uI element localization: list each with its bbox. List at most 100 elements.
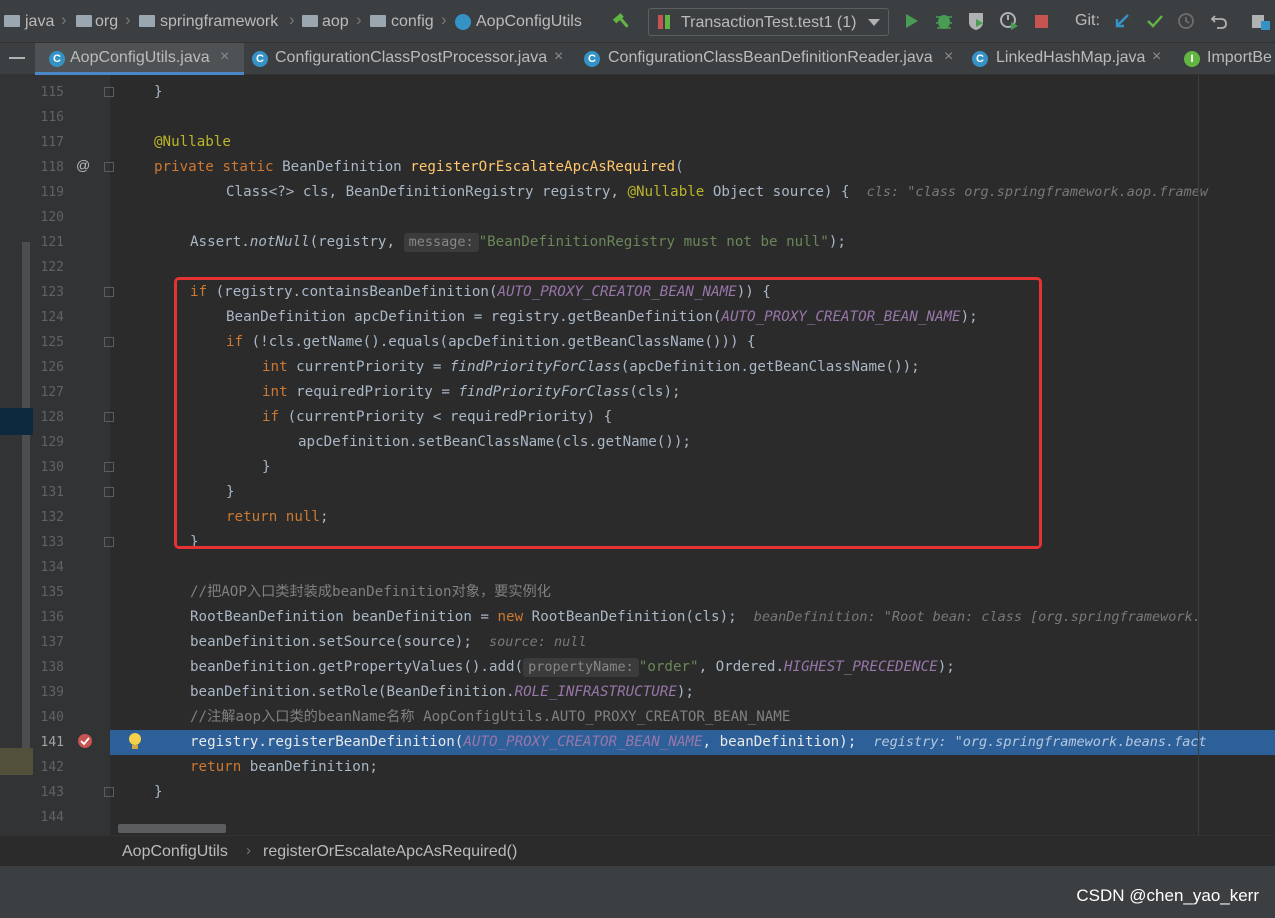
line-number: 128 (40, 410, 64, 425)
override-icon[interactable]: @ (76, 157, 90, 173)
code-line-143: } (154, 780, 163, 805)
breadcrumb-springframework[interactable]: springframework (160, 11, 278, 33)
breadcrumb-aop[interactable]: aop (322, 11, 349, 33)
footer-method-name[interactable]: registerOrEscalateApcAsRequired() (263, 843, 517, 861)
tab-linked-hash-map[interactable]: C LinkedHashMap.java × (964, 43, 1174, 75)
fold-marker-icon[interactable] (104, 87, 114, 97)
fold-marker-icon[interactable] (104, 412, 114, 422)
line-number: 122 (40, 260, 64, 275)
code-line-138: beanDefinition.getPropertyValues().add(p… (190, 655, 955, 680)
horizontal-scrollbar[interactable] (118, 824, 226, 833)
line-number: 130 (40, 460, 64, 475)
parameter-hint: propertyName: (523, 658, 639, 677)
tab-aop-config-utils[interactable]: C AopConfigUtils.java × (35, 43, 244, 75)
run-icon[interactable] (903, 12, 921, 30)
interface-icon: I (1184, 51, 1200, 67)
line-number: 116 (40, 110, 64, 125)
code-text: beanDefinition; (241, 759, 378, 775)
code-text: return null (226, 509, 320, 525)
code-text: } (262, 459, 271, 475)
breakpoint-icon[interactable] (77, 733, 93, 749)
code-text: registry.registerBeanDefinition( (190, 734, 464, 750)
line-number: 134 (40, 560, 64, 575)
code-text: RootBeanDefinition beanDefinition = (190, 609, 498, 625)
code-text: ( (675, 159, 684, 175)
fold-marker-icon[interactable] (104, 287, 114, 297)
tab-label: ConfigurationClassPostProcessor.java (275, 49, 548, 66)
code-text: )) { (736, 284, 771, 300)
navigation-bar: java › org › springframework › aop › con… (0, 0, 1275, 43)
line-number: 125 (40, 335, 64, 350)
tab-configuration-class-bean-definition-reader[interactable]: C ConfigurationClassBeanDefinitionReader… (574, 43, 964, 75)
footer-class-name[interactable]: AopConfigUtils (122, 843, 228, 861)
watermark: CSDN @chen_yao_kerr (1076, 886, 1259, 905)
git-history-icon[interactable] (1177, 12, 1195, 30)
inline-debug-value: source: null (488, 634, 587, 650)
breadcrumb-separator: › (356, 10, 362, 29)
right-margin-guide (1198, 75, 1199, 835)
fold-marker-icon[interactable] (104, 537, 114, 547)
stop-icon[interactable] (1035, 15, 1048, 28)
code-text: private static (154, 159, 274, 175)
coverage-icon[interactable] (966, 11, 986, 31)
breadcrumb-org[interactable]: org (95, 11, 118, 33)
class-icon: C (49, 51, 65, 67)
code-text: } (154, 784, 163, 800)
run-configuration-select[interactable]: TransactionTest.test1 (1) (648, 8, 889, 36)
line-number: 139 (40, 685, 64, 700)
fold-marker-icon[interactable] (104, 337, 114, 347)
code-line-117: @Nullable (154, 130, 231, 155)
class-icon: C (252, 51, 268, 67)
tab-configuration-class-post-processor[interactable]: C ConfigurationClassPostProcessor.java × (244, 43, 574, 75)
project-structure-icon[interactable] (1251, 12, 1271, 32)
breadcrumb-java[interactable]: java (25, 11, 54, 33)
line-number: 144 (40, 810, 64, 825)
breadcrumb-separator: › (246, 842, 251, 859)
breadcrumb-config[interactable]: config (391, 11, 434, 33)
code-text: if (226, 334, 244, 350)
code-text: RootBeanDefinition(cls); (523, 609, 737, 625)
undo-icon[interactable] (1210, 12, 1228, 30)
breadcrumb-separator: › (289, 10, 295, 29)
code-text: beanDefinition.getPropertyValues().add( (190, 659, 524, 675)
code-text: ); (828, 234, 846, 250)
tab-label: ImportBe (1207, 49, 1272, 66)
debug-icon[interactable] (934, 11, 954, 31)
code-text: beanDefinition.setRole(BeanDefinition. (190, 684, 515, 700)
lightbulb-icon[interactable] (126, 731, 144, 753)
code-text: (currentPriority < requiredPriority) { (279, 409, 613, 425)
git-update-icon[interactable] (1113, 12, 1131, 30)
git-commit-icon[interactable] (1146, 12, 1164, 30)
breadcrumb-separator: › (125, 10, 131, 29)
code-text: "BeanDefinitionRegistry must not be null… (478, 234, 829, 250)
code-text: } (190, 534, 199, 550)
fold-marker-icon[interactable] (104, 462, 114, 472)
breadcrumb-class[interactable]: AopConfigUtils (476, 11, 582, 33)
code-text: @Nullable (627, 184, 705, 200)
code-line-140: //注解aop入口类的beanName名称 AopConfigUtils.AUT… (190, 705, 790, 730)
code-line-129: apcDefinition.setBeanClassName(cls.getNa… (298, 430, 691, 455)
line-number: 135 (40, 585, 64, 600)
line-number: 123 (40, 285, 64, 300)
close-icon[interactable]: × (944, 48, 953, 66)
code-text: AUTO_PROXY_CREATOR_BEAN_NAME (463, 734, 703, 750)
code-text: , beanDefinition); (702, 734, 857, 750)
close-icon[interactable]: × (1152, 48, 1161, 66)
git-label: Git: (1075, 12, 1100, 29)
line-number: 138 (40, 660, 64, 675)
code-text: int (262, 384, 288, 400)
folder-icon (302, 15, 318, 27)
build-hammer-icon[interactable] (612, 11, 632, 31)
close-icon[interactable]: × (220, 48, 229, 66)
code-line-115: } (154, 80, 163, 105)
line-gutter: 115 116 117 118 119 120 121 122 123 124 … (33, 75, 114, 835)
fold-marker-icon[interactable] (104, 787, 114, 797)
tab-import-be[interactable]: I ImportBe (1174, 43, 1275, 75)
breadcrumb-separator: › (61, 10, 67, 29)
profile-icon[interactable] (999, 11, 1019, 31)
fold-marker-icon[interactable] (104, 487, 114, 497)
code-text: AUTO_PROXY_CREATOR_BEAN_NAME (721, 309, 961, 325)
tabs-menu-icon[interactable] (9, 57, 25, 59)
fold-marker-icon[interactable] (104, 162, 114, 172)
close-icon[interactable]: × (554, 48, 563, 66)
